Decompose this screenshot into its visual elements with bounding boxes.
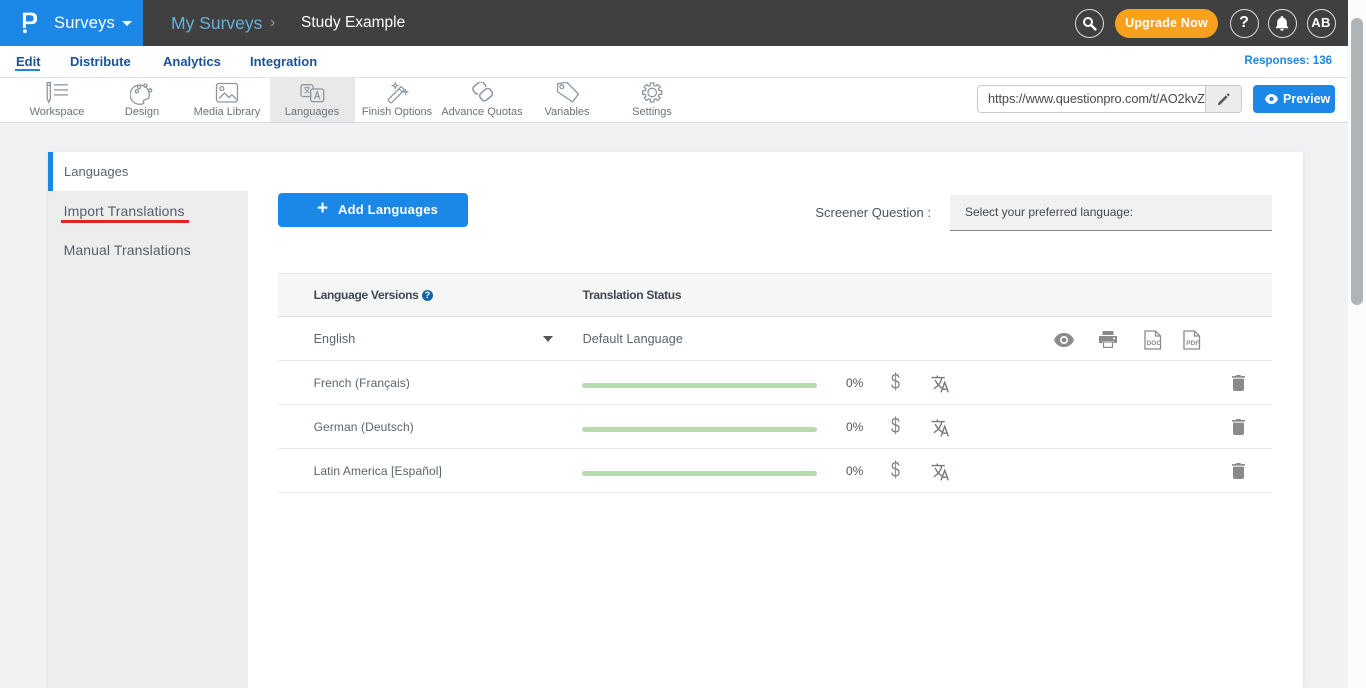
svg-text:DOC: DOC <box>1147 340 1162 347</box>
svg-text:PDF: PDF <box>1186 340 1199 347</box>
